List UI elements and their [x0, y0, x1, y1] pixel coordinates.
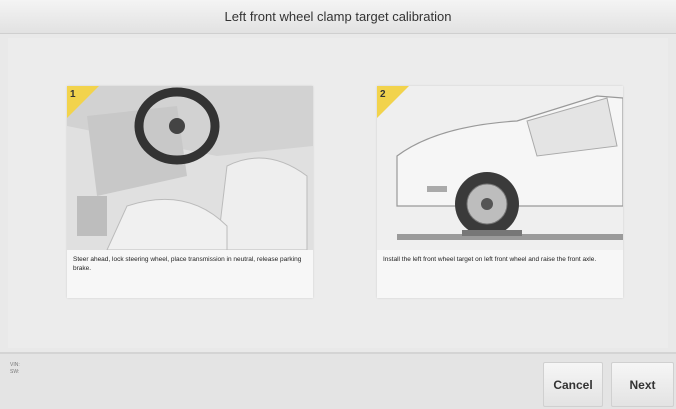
vehicle-info: VIN: SW: [10, 362, 20, 376]
instruction-panel: 1 Steer ahead, lock steering wheel, plac… [8, 38, 668, 348]
step-description: Steer ahead, lock steering wheel, place … [73, 256, 302, 272]
step-number: 2 [380, 89, 386, 100]
interior-illustration: 1 [67, 86, 313, 250]
next-button[interactable]: Next [611, 362, 674, 407]
page-title: Left front wheel clamp target calibratio… [224, 9, 452, 24]
vin-label: VIN: [10, 362, 20, 368]
step-card-2: 2 Install the left front wheel target on… [377, 86, 623, 298]
title-bar: Left front wheel clamp target calibratio… [0, 0, 676, 34]
step-description: Install the left front wheel target on l… [383, 256, 597, 263]
step-number: 1 [70, 89, 76, 100]
sw-label: SW: [10, 369, 20, 375]
car-lift-illustration: 2 [377, 86, 623, 250]
bottom-toolbar: VIN: SW: Cancel Next [0, 352, 676, 409]
step-card-1: 1 Steer ahead, lock steering wheel, plac… [67, 86, 313, 298]
cancel-button[interactable]: Cancel [543, 362, 603, 407]
